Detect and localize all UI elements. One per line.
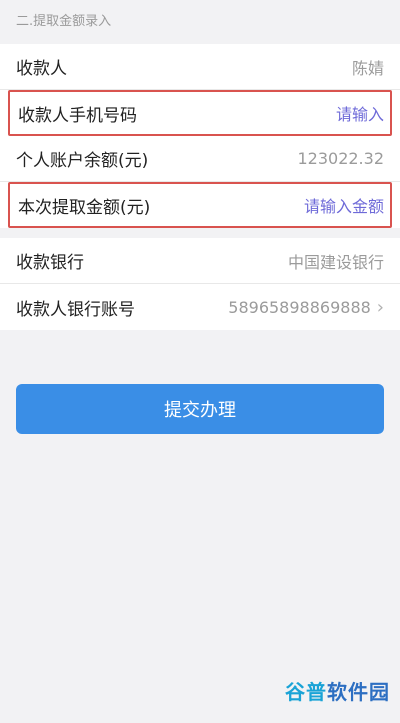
bank-account-row[interactable]: 收款人银行账号 58965898869888 › <box>0 284 400 330</box>
submit-area: 提交办理 <box>0 330 400 434</box>
withdraw-amount-input[interactable]: 请输入金额 <box>304 193 384 217</box>
payee-phone-label: 收款人手机号码 <box>18 105 137 126</box>
bank-account-value: 58965898869888 <box>228 297 371 317</box>
form-group-bank: 收款银行 中国建设银行 收款人银行账号 58965898869888 › <box>0 238 400 330</box>
section-header: 二.提取金额录入 <box>0 0 400 44</box>
section-gap <box>0 228 400 238</box>
bank-account-value-wrap: 58965898869888 › <box>228 297 384 318</box>
balance-row: 个人账户余额(元) 123022.32 <box>0 136 400 182</box>
section-title: 二.提取金额录入 <box>16 14 112 29</box>
withdraw-amount-row[interactable]: 本次提取金额(元) 请输入金额 <box>8 182 392 228</box>
watermark-part1: 谷普 <box>285 680 327 704</box>
submit-button[interactable]: 提交办理 <box>16 384 384 434</box>
bank-account-label: 收款人银行账号 <box>16 299 135 320</box>
balance-label: 个人账户余额(元) <box>16 151 149 171</box>
chevron-right-icon: › <box>376 296 384 318</box>
balance-value: 123022.32 <box>297 149 384 168</box>
watermark-part2: 软件园 <box>327 680 390 704</box>
bank-row: 收款银行 中国建设银行 <box>0 238 400 284</box>
form-group-main: 收款人 陈婧 收款人手机号码 请输入 个人账户余额(元) 123022.32 本… <box>0 44 400 228</box>
bank-label: 收款银行 <box>16 253 84 273</box>
watermark-logo: 谷普软件园 <box>285 676 390 705</box>
withdraw-amount-label: 本次提取金额(元) <box>18 197 151 218</box>
payee-phone-input[interactable]: 请输入 <box>336 101 384 125</box>
bank-value: 中国建设银行 <box>287 252 384 272</box>
payee-phone-row[interactable]: 收款人手机号码 请输入 <box>8 90 392 136</box>
payee-value: 陈婧 <box>351 58 384 78</box>
payee-label: 收款人 <box>16 59 67 79</box>
payee-row: 收款人 陈婧 <box>0 44 400 90</box>
